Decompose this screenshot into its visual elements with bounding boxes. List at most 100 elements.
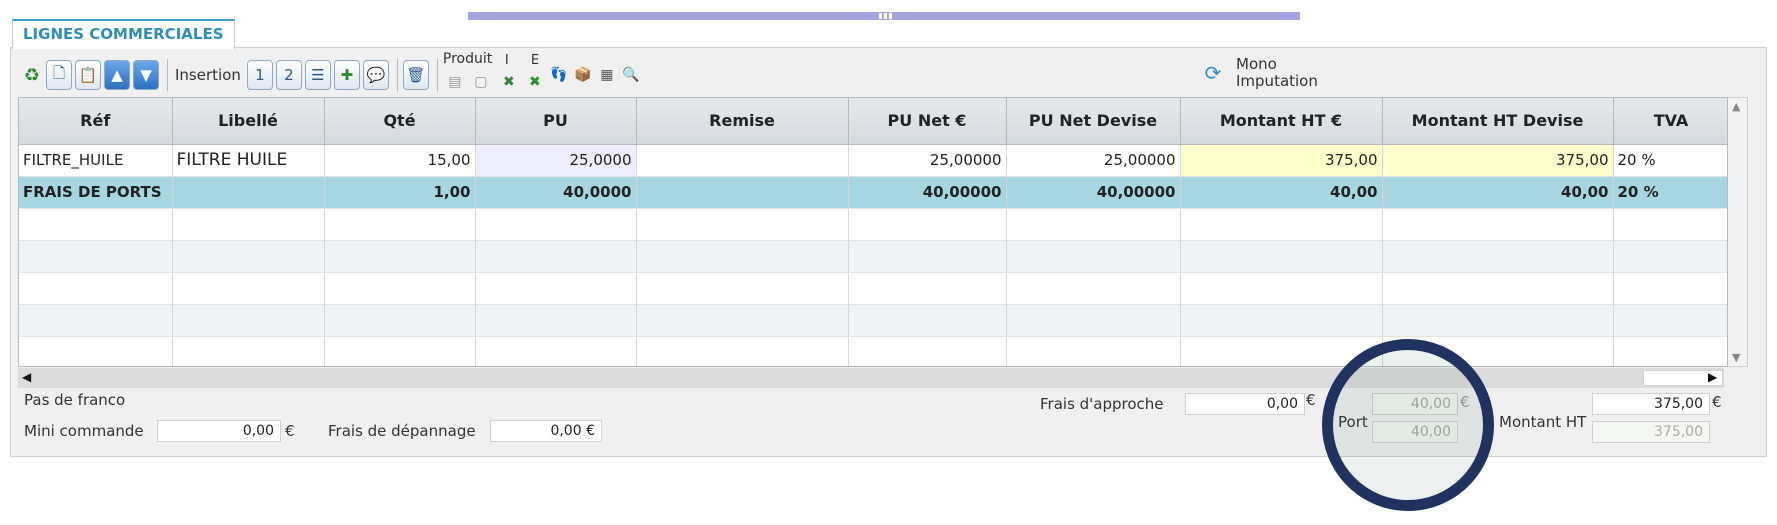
lines-grid: Réf Libellé Qté PU Remise PU Net € PU Ne… — [18, 97, 1728, 367]
cell-qte[interactable]: 15,00 — [324, 144, 476, 177]
port-currency: € — [1460, 393, 1470, 411]
insert-1-button[interactable]: 1 — [246, 60, 273, 90]
arrow-down-icon: ▼ — [140, 66, 152, 84]
cell-montant-ht-devise[interactable]: 40,00 — [1382, 176, 1614, 209]
product-sheet-icon[interactable]: ▤ — [445, 71, 465, 93]
pas-de-franco-label: Pas de franco — [24, 391, 126, 409]
cell-ref[interactable]: FILTRE_HUILE — [19, 144, 173, 177]
plus-icon: ✚ — [340, 66, 354, 84]
arrow-up-icon: ▲ — [111, 66, 123, 84]
trash-icon: 🗑 — [406, 66, 426, 84]
column-header-pu-net-devise[interactable]: PU Net Devise — [1006, 98, 1181, 145]
mini-commande-field[interactable]: 0,00 — [157, 420, 281, 442]
montant-ht-devise-field: 375,00 — [1592, 421, 1710, 443]
frais-approche-field[interactable]: 0,00 — [1185, 393, 1305, 415]
scroll-up-icon[interactable]: ▲ — [1732, 100, 1740, 113]
product-blank-icon[interactable]: ▢ — [471, 71, 491, 93]
cell-montant-ht[interactable]: 375,00 — [1180, 144, 1383, 177]
tab-lignes-commerciales[interactable]: LIGNES COMMERCIALES — [12, 19, 235, 49]
cell-libelle[interactable] — [172, 176, 325, 209]
splitter-grip-icon[interactable] — [877, 13, 893, 19]
table-row-empty[interactable] — [19, 272, 1727, 305]
frais-approche-currency: € — [1306, 391, 1316, 409]
scroll-down-icon[interactable]: ▼ — [1732, 351, 1740, 364]
table-row-empty[interactable] — [19, 304, 1727, 337]
column-header-pu[interactable]: PU — [475, 98, 637, 145]
cell-tva[interactable]: 20 % — [1613, 176, 1727, 209]
port-devise-field: 40,00 — [1372, 421, 1458, 443]
scroll-left-icon[interactable]: ◀ — [22, 370, 31, 384]
insertion-label: Insertion — [175, 66, 241, 84]
cell-remise[interactable] — [636, 144, 849, 177]
scroll-right-icon[interactable]: ▶ — [1708, 370, 1717, 384]
table-header-row: Réf Libellé Qté PU Remise PU Net € PU Ne… — [19, 98, 1727, 145]
insert-add-button[interactable]: ✚ — [333, 60, 360, 90]
column-header-libelle[interactable]: Libellé — [172, 98, 325, 145]
port-field: 40,00 — [1372, 393, 1458, 415]
cell-montant-ht[interactable]: 40,00 — [1180, 176, 1383, 209]
column-header-montant-ht-devise[interactable]: Montant HT Devise — [1382, 98, 1614, 145]
mono-imputation[interactable]: ⟳ Mono Imputation — [1200, 56, 1318, 90]
lines-table: Réf Libellé Qté PU Remise PU Net € PU Ne… — [19, 98, 1727, 366]
frais-depannage-field[interactable]: 0,00 € — [490, 420, 602, 442]
cell-tva[interactable]: 20 % — [1613, 144, 1727, 177]
column-header-tva[interactable]: TVA — [1613, 98, 1727, 145]
import-label: I — [504, 53, 509, 68]
table-row-empty[interactable] — [19, 240, 1727, 273]
insert-list-button[interactable]: ☰ — [304, 60, 331, 90]
cell-montant-ht-devise[interactable]: 375,00 — [1382, 144, 1614, 177]
column-header-pu-net[interactable]: PU Net € — [848, 98, 1007, 145]
calculator-icon[interactable]: ▦ — [597, 64, 617, 86]
mini-commande-currency: € — [285, 422, 295, 440]
comment-button[interactable]: 💬 — [362, 60, 389, 90]
column-header-qte[interactable]: Qté — [324, 98, 476, 145]
insert-2-button[interactable]: 2 — [275, 60, 302, 90]
cell-pu-net-devise[interactable]: 25,00000 — [1006, 144, 1181, 177]
cell-pu[interactable]: 25,0000 — [475, 144, 637, 177]
frais-depannage-value: 0,00 — [550, 423, 582, 439]
montant-ht-currency: € — [1712, 393, 1722, 411]
excel-import-icon[interactable]: ✖ — [499, 71, 519, 93]
table-row-empty[interactable] — [19, 336, 1727, 366]
horizontal-scrollbar[interactable]: ◀ ▶ — [18, 368, 1724, 388]
move-up-button[interactable]: ▲ — [104, 60, 130, 90]
paste-button[interactable]: 📋 — [75, 60, 101, 90]
move-down-button[interactable]: ▼ — [133, 60, 159, 90]
frais-depannage-currency: € — [586, 423, 595, 439]
new-document-button[interactable]: 🗋 — [46, 60, 72, 90]
cell-libelle[interactable]: FILTRE HUILE — [172, 144, 325, 177]
clipboard-icon: 📋 — [78, 66, 98, 84]
table-row-selected[interactable]: FRAIS DE PORTS 1,00 40,0000 40,00000 40,… — [19, 176, 1727, 209]
excel-export-icon[interactable]: ✖ — [525, 71, 545, 93]
column-header-montant-ht[interactable]: Montant HT € — [1180, 98, 1383, 145]
footprints-icon[interactable]: 👣 — [549, 64, 569, 86]
document-icon: 🗋 — [52, 63, 66, 82]
import-export-group: I E ✖ ✖ — [499, 53, 549, 95]
table-row[interactable]: FILTRE_HUILE FILTRE HUILE 15,00 25,0000 … — [19, 144, 1727, 177]
montant-ht-label: Montant HT — [1499, 413, 1587, 431]
export-label: E — [530, 53, 540, 68]
table-row-empty[interactable] — [19, 208, 1727, 241]
delete-button[interactable]: 🗑 — [402, 60, 429, 90]
cell-pu[interactable]: 40,0000 — [475, 176, 637, 209]
column-header-remise[interactable]: Remise — [636, 98, 849, 145]
cell-pu-net[interactable]: 25,00000 — [848, 144, 1007, 177]
toolbar-separator — [436, 59, 438, 91]
column-header-ref[interactable]: Réf — [19, 98, 173, 145]
toolbar-separator — [167, 59, 168, 91]
cell-pu-net[interactable]: 40,00000 — [848, 176, 1007, 209]
montant-ht-field: 375,00 — [1592, 393, 1710, 415]
vertical-scrollbar[interactable]: ▲ ▼ — [1728, 97, 1748, 367]
frais-depannage-label: Frais de dépannage — [328, 422, 476, 440]
magnifier-icon[interactable]: 🔍 — [621, 64, 641, 86]
recycle-icon[interactable]: ♻ — [22, 64, 42, 86]
mono-imputation-label: Mono Imputation — [1236, 56, 1318, 90]
cell-ref[interactable]: FRAIS DE PORTS — [19, 176, 173, 209]
package-icon[interactable]: 📦 — [573, 64, 593, 86]
toolbar-separator — [396, 59, 398, 91]
cell-remise[interactable] — [636, 176, 849, 209]
cell-qte[interactable]: 1,00 — [324, 176, 476, 209]
cell-pu-net-devise[interactable]: 40,00000 — [1006, 176, 1181, 209]
mono-line-1: Mono — [1236, 55, 1277, 73]
mini-commande-label: Mini commande — [24, 422, 144, 440]
